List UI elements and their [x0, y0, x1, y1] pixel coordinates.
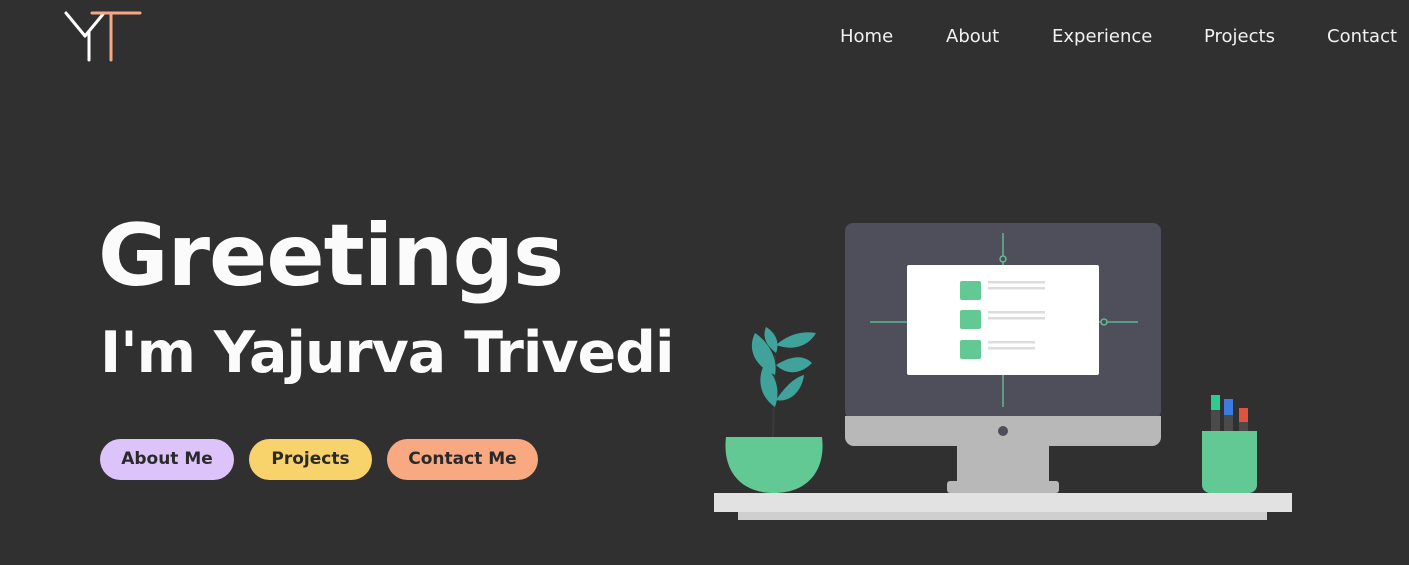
desk-edge — [738, 512, 1267, 520]
contact-me-button[interactable]: Contact Me — [387, 439, 538, 480]
hero-subtitle: I'm Yajurva Trivedi — [100, 320, 675, 386]
page: Home About Experience Projects Contact G… — [0, 0, 1409, 565]
hero-illustration — [700, 215, 1310, 535]
about-me-button[interactable]: About Me — [100, 439, 234, 480]
monitor-base — [947, 481, 1059, 493]
main-nav: Home About Experience Projects Contact — [0, 24, 1409, 50]
pen-cup — [1202, 395, 1257, 493]
monitor-power-dot — [998, 426, 1008, 436]
projects-button[interactable]: Projects — [249, 439, 372, 480]
desk-top — [714, 493, 1292, 512]
desk-computer-illustration — [714, 223, 1292, 520]
nav-link-home[interactable]: Home — [840, 24, 893, 50]
nav-link-experience[interactable]: Experience — [1052, 24, 1152, 50]
nav-link-projects[interactable]: Projects — [1204, 24, 1275, 50]
plant — [725, 327, 823, 493]
monitor-stand — [957, 446, 1049, 482]
nav-link-about[interactable]: About — [946, 24, 999, 50]
hero-title: Greetings — [98, 206, 564, 306]
nav-link-contact[interactable]: Contact — [1327, 24, 1397, 50]
